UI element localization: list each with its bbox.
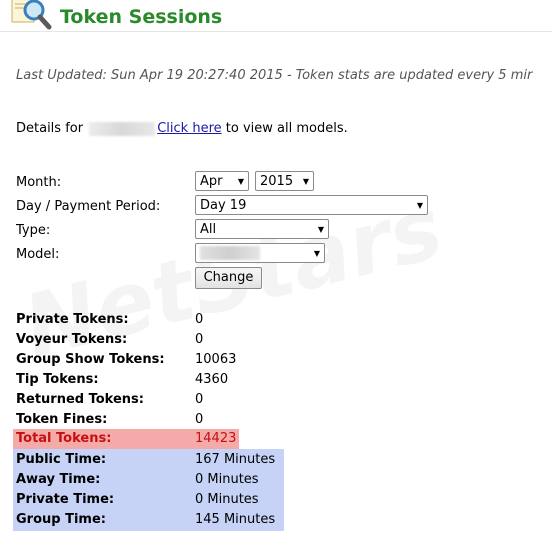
- month-label: Month:: [16, 175, 62, 190]
- chevron-down-icon: ▼: [317, 224, 324, 234]
- time-label: Away Time:: [16, 472, 101, 487]
- chevron-down-icon: ▼: [302, 176, 309, 186]
- details-prefix: Details for: [16, 121, 84, 136]
- stat-label: Tip Tokens:: [16, 372, 99, 387]
- stat-label: Private Tokens:: [16, 312, 129, 327]
- model-select[interactable]: ▼: [195, 243, 325, 263]
- stat-row: Tip Tokens: 4360: [13, 370, 239, 390]
- chevron-down-icon: ▼: [237, 176, 244, 186]
- redacted-model-name: [89, 121, 156, 136]
- stat-value: 10063: [195, 352, 237, 367]
- change-button[interactable]: Change: [195, 267, 262, 289]
- chevron-down-icon: ▼: [416, 200, 423, 210]
- time-value: 145 Minutes: [195, 512, 276, 527]
- year-select-value: 2015: [260, 173, 294, 189]
- time-label: Group Time:: [16, 512, 106, 527]
- model-label: Model:: [16, 247, 60, 262]
- time-label: Private Time:: [16, 492, 115, 507]
- type-select[interactable]: All ▼: [195, 219, 329, 239]
- stat-row: Returned Tokens: 0: [13, 390, 239, 410]
- stat-label: Returned Tokens:: [16, 392, 144, 407]
- time-row: Private Time: 0 Minutes: [13, 490, 284, 510]
- details-line: Details for Click here to view all model…: [16, 121, 348, 136]
- stat-row: Group Show Tokens: 10063: [13, 350, 239, 370]
- redacted-model-value: [200, 246, 260, 260]
- year-select[interactable]: 2015 ▼: [255, 171, 314, 191]
- stat-label: Voyeur Tokens:: [16, 332, 128, 347]
- page-title: Token Sessions: [60, 6, 223, 28]
- total-tokens-label: Total Tokens:: [16, 431, 112, 446]
- stat-label: Group Show Tokens:: [16, 352, 165, 367]
- time-value: 167 Minutes: [195, 452, 276, 467]
- page-header: Token Sessions: [0, 0, 552, 32]
- type-select-value: All: [200, 221, 217, 237]
- type-label: Type:: [16, 223, 51, 238]
- stat-row: Voyeur Tokens: 0: [13, 330, 239, 350]
- time-row: Away Time: 0 Minutes: [13, 470, 284, 490]
- day-period-select-value: Day 19: [200, 197, 247, 213]
- total-tokens-value: 14423: [195, 431, 237, 446]
- chevron-down-icon: ▼: [313, 248, 320, 258]
- last-updated-text: Last Updated: Sun Apr 19 20:27:40 2015 -…: [16, 68, 533, 83]
- details-suffix: to view all models.: [225, 121, 348, 136]
- stat-row: Token Fines: 0: [13, 410, 239, 430]
- view-all-models-link[interactable]: Click here: [157, 121, 221, 136]
- month-select-value: Apr: [200, 173, 223, 189]
- day-period-select[interactable]: Day 19 ▼: [195, 195, 428, 215]
- time-row: Group Time: 145 Minutes: [13, 510, 284, 530]
- time-label: Public Time:: [16, 452, 107, 467]
- time-value: 0 Minutes: [195, 472, 259, 487]
- stat-label: Token Fines:: [16, 412, 108, 427]
- time-row: Public Time: 167 Minutes: [13, 450, 284, 470]
- stat-value: 0: [195, 412, 204, 427]
- month-select[interactable]: Apr ▼: [195, 171, 249, 191]
- total-tokens-row: Total Tokens: 14423: [13, 429, 239, 449]
- stat-value: 0: [195, 312, 204, 327]
- time-value: 0 Minutes: [195, 492, 259, 507]
- day-period-label: Day / Payment Period:: [16, 199, 161, 214]
- stat-value: 0: [195, 392, 204, 407]
- magnifier-document-icon: [4, 0, 56, 30]
- stat-value: 4360: [195, 372, 229, 387]
- stat-value: 0: [195, 332, 204, 347]
- stat-row: Private Tokens: 0: [13, 310, 239, 330]
